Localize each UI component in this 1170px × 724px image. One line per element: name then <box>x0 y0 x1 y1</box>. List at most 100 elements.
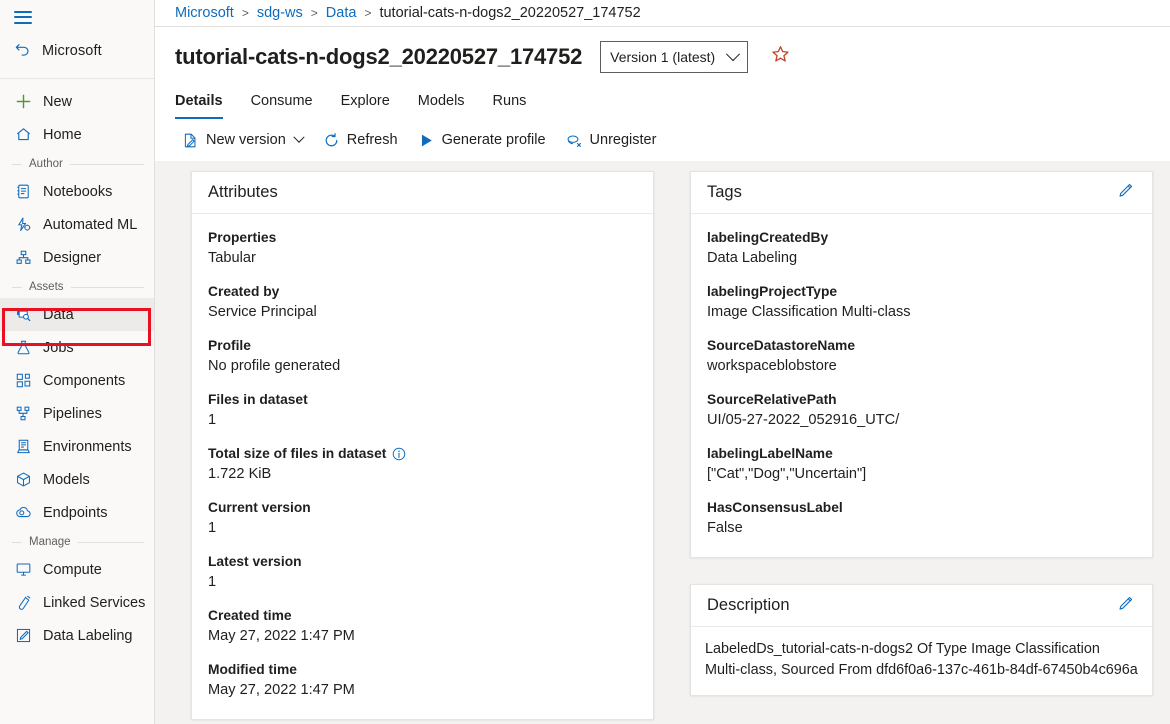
section-rule <box>12 542 22 543</box>
attribute-key: Total size of files in dataset <box>208 444 386 463</box>
attribute-value: May 27, 2022 1:47 PM <box>208 626 637 647</box>
header-block: tutorial-cats-n-dogs2_20220527_174752 Ve… <box>155 27 1170 161</box>
breadcrumb-item-sdg-ws[interactable]: sdg-ws <box>257 5 303 21</box>
tool-label: Refresh <box>347 132 398 148</box>
breadcrumb-item-microsoft[interactable]: Microsoft <box>175 5 234 21</box>
sidebar-item-label: Jobs <box>43 340 74 356</box>
breadcrumb-current: tutorial-cats-n-dogs2_20220527_174752 <box>379 5 640 21</box>
description-panel-header: Description <box>691 585 1152 627</box>
tags-panel-title: Tags <box>707 183 742 202</box>
tag-key: labelingCreatedBy <box>707 228 1136 247</box>
notebook-icon <box>14 183 32 201</box>
new-version-icon <box>182 132 199 149</box>
sidebar-item-jobs[interactable]: Jobs <box>0 331 154 364</box>
sidebar-item-label: Home <box>43 127 82 143</box>
pencil-square-icon <box>14 627 32 645</box>
sidebar-item-data-labeling[interactable]: Data Labeling <box>0 619 154 652</box>
attribute-value: May 27, 2022 1:47 PM <box>208 680 637 701</box>
section-rule <box>70 164 144 165</box>
sidebar-item-endpoints[interactable]: Endpoints <box>0 496 154 529</box>
sidebar-item-designer[interactable]: Designer <box>0 241 154 274</box>
play-icon <box>418 132 435 149</box>
attribute-row: Latest version 1 <box>208 552 637 593</box>
sidebar-item-pipelines[interactable]: Pipelines <box>0 397 154 430</box>
breadcrumb-item-data[interactable]: Data <box>326 5 357 21</box>
tool-label: Unregister <box>590 132 657 148</box>
chevron-down-icon <box>726 47 740 61</box>
flask-icon <box>14 339 32 357</box>
monitor-icon <box>14 561 32 579</box>
sidebar-item-automated-ml[interactable]: Automated ML <box>0 208 154 241</box>
tab-models[interactable]: Models <box>404 83 479 119</box>
attribute-key: Modified time <box>208 660 637 679</box>
generate-profile-button[interactable]: Generate profile <box>409 124 555 156</box>
sidebar-item-models[interactable]: Models <box>0 463 154 496</box>
unregister-button[interactable]: Unregister <box>557 124 666 156</box>
plus-icon <box>14 93 32 111</box>
sidebar-item-label: Designer <box>43 250 101 266</box>
attribute-key: Profile <box>208 336 637 355</box>
left-column: Attributes Properties Tabular Created by… <box>191 171 654 724</box>
section-rule <box>12 164 22 165</box>
attribute-value: Tabular <box>208 248 637 269</box>
endpoints-icon <box>14 504 32 522</box>
attributes-panel: Attributes Properties Tabular Created by… <box>191 171 654 720</box>
breadcrumb: Microsoft > sdg-ws > Data > tutorial-cat… <box>155 0 1170 27</box>
attribute-key: Latest version <box>208 552 637 571</box>
pencil-icon <box>1117 595 1134 617</box>
tab-explore[interactable]: Explore <box>327 83 404 119</box>
description-panel-title: Description <box>707 596 790 615</box>
sidebar-item-label: Data <box>43 307 74 323</box>
tool-label: Generate profile <box>442 132 546 148</box>
hamburger-icon[interactable] <box>14 11 32 24</box>
attribute-value: 1 <box>208 410 637 431</box>
new-version-button[interactable]: New version <box>173 124 312 156</box>
tag-value: False <box>707 518 1136 539</box>
tags-panel: Tags labelingCreatedBy <box>690 171 1153 558</box>
designer-icon <box>14 249 32 267</box>
tab-label: Consume <box>251 93 313 109</box>
sidebar-item-data[interactable]: Data <box>0 298 154 331</box>
section-label-text: Assets <box>29 281 64 293</box>
version-dropdown[interactable]: Version 1 (latest) <box>600 41 748 73</box>
menu-toggle-row[interactable] <box>0 0 154 34</box>
sidebar-item-new[interactable]: New <box>0 85 154 118</box>
attribute-row: Files in dataset 1 <box>208 390 637 431</box>
content-area: Attributes Properties Tabular Created by… <box>155 161 1170 724</box>
tab-label: Models <box>418 93 465 109</box>
sidebar-item-environments[interactable]: Environments <box>0 430 154 463</box>
tab-consume[interactable]: Consume <box>237 83 327 119</box>
attribute-key: Created by <box>208 282 637 301</box>
attribute-value: 1.722 KiB <box>208 464 637 485</box>
sidebar-item-linked-services[interactable]: Linked Services <box>0 586 154 619</box>
favorite-button[interactable] <box>766 43 794 71</box>
attributes-panel-title: Attributes <box>208 183 278 202</box>
section-label-text: Manage <box>29 536 71 548</box>
sidebar-item-home[interactable]: Home <box>0 118 154 151</box>
info-icon[interactable] <box>392 447 406 461</box>
edit-description-button[interactable] <box>1112 593 1138 619</box>
sidebar-item-label: Components <box>43 373 125 389</box>
tab-details[interactable]: Details <box>175 83 237 119</box>
brand-back-link[interactable]: Microsoft <box>0 34 154 68</box>
sidebar-item-notebooks[interactable]: Notebooks <box>0 175 154 208</box>
edit-tags-button[interactable] <box>1112 180 1138 206</box>
sidebar-item-compute[interactable]: Compute <box>0 553 154 586</box>
tab-label: Details <box>175 93 223 109</box>
tab-label: Explore <box>341 93 390 109</box>
attribute-key: Properties <box>208 228 637 247</box>
refresh-icon <box>323 132 340 149</box>
tool-label: New version <box>206 132 286 148</box>
unregister-icon <box>566 132 583 149</box>
sidebar-item-label: Data Labeling <box>43 628 133 644</box>
attribute-row: Current version 1 <box>208 498 637 539</box>
sidebar-item-label: Models <box>43 472 90 488</box>
attribute-row: Created by Service Principal <box>208 282 637 323</box>
right-column: Tags labelingCreatedBy <box>690 171 1153 724</box>
page-title: tutorial-cats-n-dogs2_20220527_174752 <box>175 44 582 70</box>
attribute-row: Properties Tabular <box>208 228 637 269</box>
tag-key: HasConsensusLabel <box>707 498 1136 517</box>
sidebar-item-components[interactable]: Components <box>0 364 154 397</box>
refresh-button[interactable]: Refresh <box>314 124 407 156</box>
tab-runs[interactable]: Runs <box>479 83 541 119</box>
